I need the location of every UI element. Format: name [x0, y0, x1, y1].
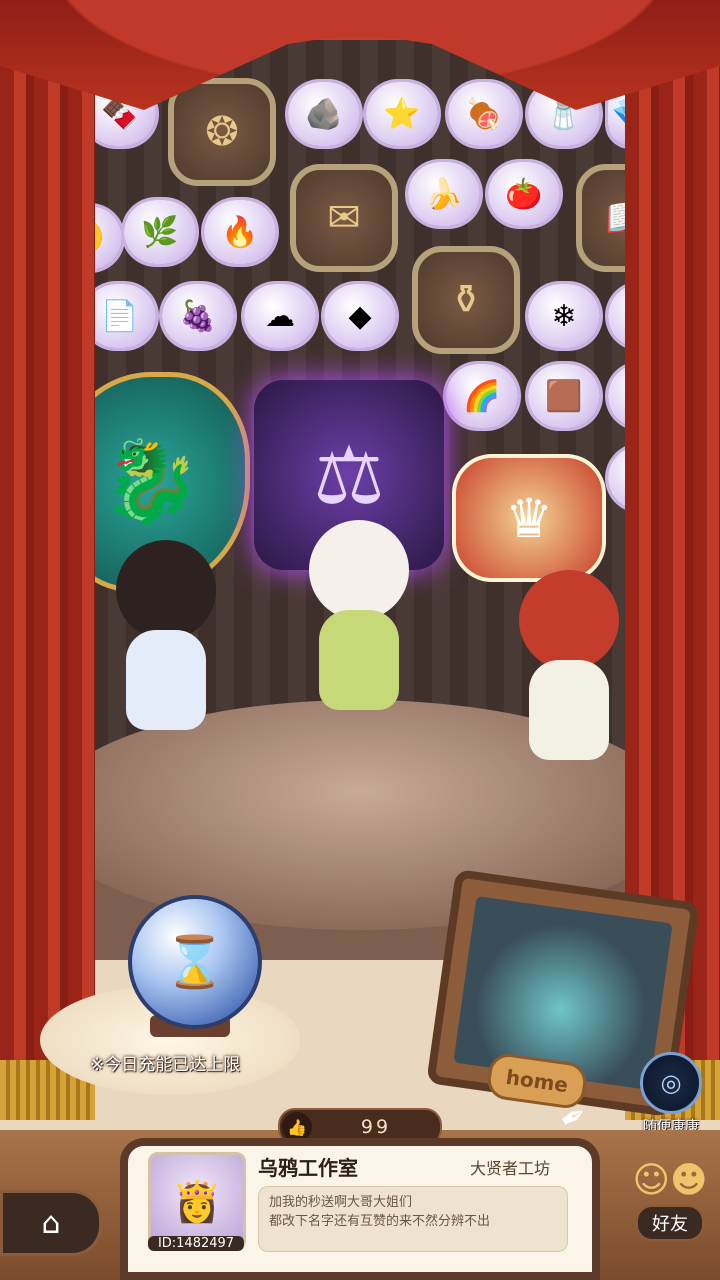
meat-icon[interactable]: 🍖 — [448, 82, 520, 146]
home-button[interactable]: ⌂ — [0, 1190, 102, 1256]
crystal-icon[interactable]: ❄ — [528, 284, 600, 348]
message-line-2: 都改下名字还有互赞的来不然分辨不出 — [269, 1214, 491, 1229]
charge-orb-button[interactable]: ⌛ — [128, 895, 262, 1029]
friends-icon: ☺☻ — [632, 1160, 708, 1201]
character-head — [519, 570, 619, 670]
cotton-icon[interactable]: ☁ — [244, 284, 316, 348]
grape-icon[interactable]: 🍇 — [162, 284, 234, 348]
cauldron-slot-icon[interactable]: ⚱ — [412, 246, 520, 354]
character-head — [116, 540, 216, 640]
profile-message: 加我的秒送啊大哥大姐们 都改下名字还有互赞的来不然分辨不出 — [258, 1186, 568, 1252]
friends-button[interactable]: ☺☻ 好友 — [620, 1160, 720, 1250]
character-left[interactable] — [106, 540, 226, 770]
herb-icon[interactable]: 🌿 — [124, 200, 196, 264]
winged-emblem-icon: ♛ — [452, 454, 606, 582]
house-icon: ⌂ — [41, 1205, 61, 1241]
star-icon[interactable]: ⭐ — [366, 82, 438, 146]
curtain-left — [0, 40, 95, 1120]
friends-label: 好友 — [636, 1205, 704, 1241]
amber-icon[interactable]: 🔥 — [204, 200, 276, 264]
user-name: 乌鸦工作室 — [258, 1156, 358, 1180]
stone-icon[interactable]: ◆ — [324, 284, 396, 348]
character-center[interactable] — [294, 520, 424, 760]
rainbow-icon[interactable]: 🌈 — [446, 364, 518, 428]
scroll-slot-icon[interactable]: ✉ — [290, 164, 398, 272]
charge-limit-notice: ※今日充能已达上限 — [90, 1055, 241, 1075]
character-head — [309, 520, 409, 620]
ore-icon[interactable]: 🪨 — [288, 82, 360, 146]
character-body — [529, 660, 609, 760]
avatar-portrait-icon: 👸 — [172, 1178, 222, 1225]
clock-slot-icon[interactable]: ❂ — [168, 78, 276, 186]
hourglass-icon: ⌛ — [163, 932, 227, 991]
brownie-icon[interactable]: 🟫 — [528, 364, 600, 428]
tomato-icon[interactable]: 🍅 — [488, 162, 560, 226]
likes-count: 99 — [360, 1116, 392, 1138]
user-title: 大贤者工坊 — [470, 1159, 551, 1178]
portal-icon: ◎ — [640, 1052, 702, 1114]
user-id: ID:1482497 — [148, 1236, 244, 1251]
message-line-1: 加我的秒送啊大哥大姐们 — [269, 1195, 413, 1210]
character-body — [319, 610, 399, 710]
character-right[interactable] — [504, 570, 634, 780]
character-body — [126, 630, 206, 730]
random-visit-button[interactable]: ◎ 随便康康 — [634, 1052, 708, 1136]
banana-icon[interactable]: 🍌 — [408, 162, 480, 226]
